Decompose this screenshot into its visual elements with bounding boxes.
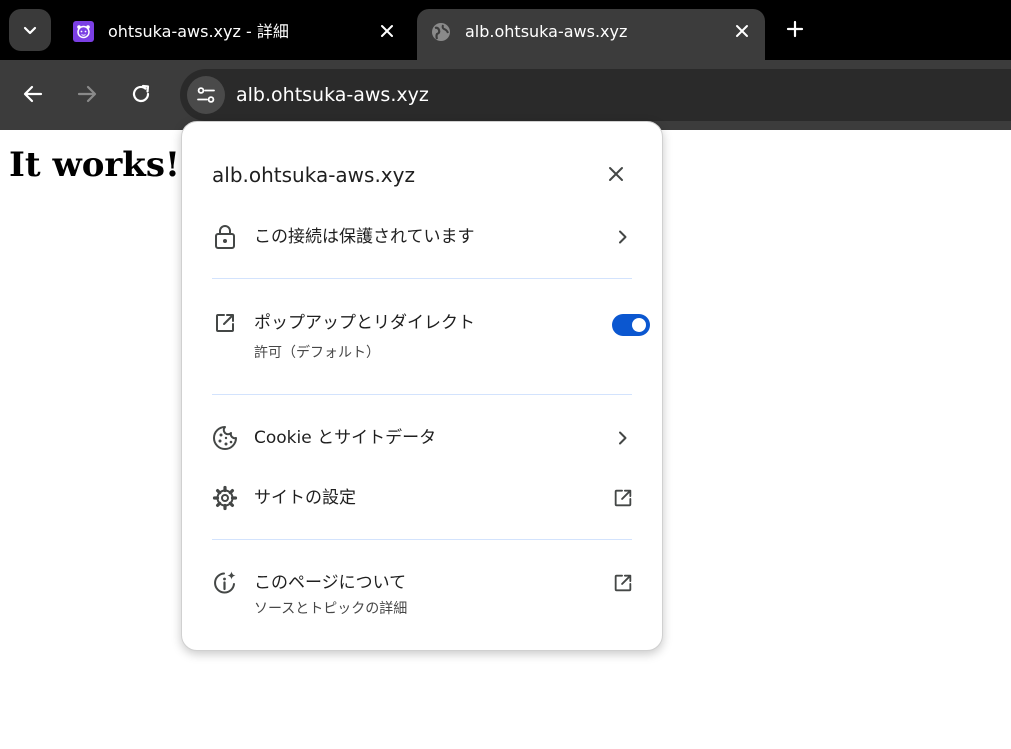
- connection-label: この接続は保護されています: [254, 227, 475, 247]
- page-heading: It works!: [9, 145, 180, 185]
- divider: [212, 539, 632, 540]
- omnibox[interactable]: alb.ohtsuka-aws.xyz: [180, 69, 1011, 121]
- close-popup-button[interactable]: [604, 162, 628, 186]
- cookies-label: Cookie とサイトデータ: [254, 428, 437, 448]
- reload-button[interactable]: [125, 78, 157, 110]
- popup-title: alb.ohtsuka-aws.xyz: [212, 163, 415, 187]
- tune-icon: [197, 87, 215, 103]
- divider: [212, 394, 632, 395]
- divider: [212, 278, 632, 279]
- globe-icon: [430, 21, 451, 42]
- connection-security-row[interactable]: この接続は保護されています: [200, 212, 644, 260]
- open-in-new-icon: [212, 310, 238, 336]
- site-info-button[interactable]: [187, 76, 225, 114]
- tab-strip: ohtsuka-aws.xyz - 詳細 alb.ohtsuka-aws.xyz: [0, 0, 1011, 60]
- arrow-left-icon: [23, 85, 43, 103]
- popups-label: ポップアップとリダイレクト: [254, 313, 475, 333]
- site-info-popup: alb.ohtsuka-aws.xyz この接続は保護されています ポップアップ…: [181, 121, 663, 651]
- chevron-right-icon: [612, 427, 634, 449]
- tab-alb-ohtsuka-aws[interactable]: alb.ohtsuka-aws.xyz: [417, 9, 765, 60]
- lock-icon: [212, 224, 238, 250]
- site-settings-label: サイトの設定: [254, 488, 356, 508]
- about-label: このページについて: [254, 573, 407, 593]
- info-sparkle-icon: [212, 570, 238, 596]
- about-page-row[interactable]: このページについて ソースとトピックの詳細: [200, 558, 644, 624]
- toggle-knob: [632, 318, 646, 332]
- cookies-row[interactable]: Cookie とサイトデータ: [200, 413, 644, 461]
- gear-icon: [212, 485, 238, 511]
- url-text[interactable]: alb.ohtsuka-aws.xyz: [236, 83, 429, 107]
- arrow-right-icon: [77, 85, 97, 103]
- popups-toggle[interactable]: [612, 314, 650, 336]
- close-tab-icon[interactable]: [377, 21, 397, 41]
- popups-status: 許可（デフォルト）: [254, 345, 380, 361]
- popups-redirects-row: ポップアップとリダイレクト 許可（デフォルト）: [200, 298, 650, 368]
- new-tab-button[interactable]: [782, 16, 808, 42]
- chevron-down-icon: [23, 26, 37, 35]
- forward-button[interactable]: [71, 78, 103, 110]
- plus-icon: [786, 20, 804, 38]
- open-in-new-icon: [612, 572, 634, 594]
- open-in-new-icon: [612, 487, 634, 509]
- tab-title: alb.ohtsuka-aws.xyz: [465, 22, 628, 41]
- purple-otter-icon: [73, 21, 94, 42]
- close-tab-icon[interactable]: [732, 21, 752, 41]
- site-settings-row[interactable]: サイトの設定: [200, 473, 644, 521]
- tab-title: ohtsuka-aws.xyz - 詳細: [108, 22, 289, 41]
- about-sub: ソースとトピックの詳細: [254, 601, 408, 617]
- reload-icon: [132, 84, 150, 103]
- cookie-icon: [212, 425, 238, 451]
- chevron-right-icon: [612, 226, 634, 248]
- close-icon: [609, 167, 623, 181]
- tab-search-button[interactable]: [9, 9, 51, 51]
- tab-ohtsuka-aws[interactable]: ohtsuka-aws.xyz - 詳細: [60, 9, 410, 60]
- toolbar: alb.ohtsuka-aws.xyz: [0, 60, 1011, 130]
- back-button[interactable]: [17, 78, 49, 110]
